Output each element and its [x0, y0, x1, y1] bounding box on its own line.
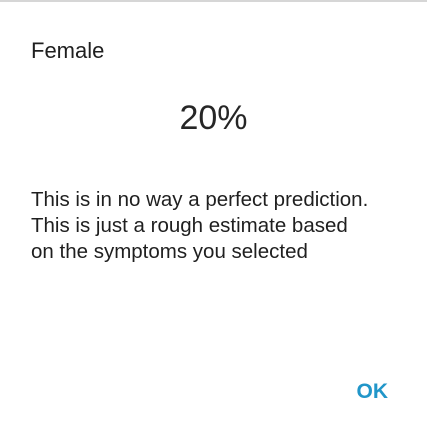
- prediction-dialog: Female 20% This is in no way a perfect p…: [0, 0, 427, 434]
- ok-button[interactable]: OK: [355, 374, 391, 410]
- dialog-title: Female: [31, 38, 105, 63]
- prediction-percentage: 20%: [179, 99, 248, 137]
- dialog-top-divider: [0, 0, 427, 2]
- disclaimer-message: This is in no way a perfect prediction. …: [31, 188, 369, 263]
